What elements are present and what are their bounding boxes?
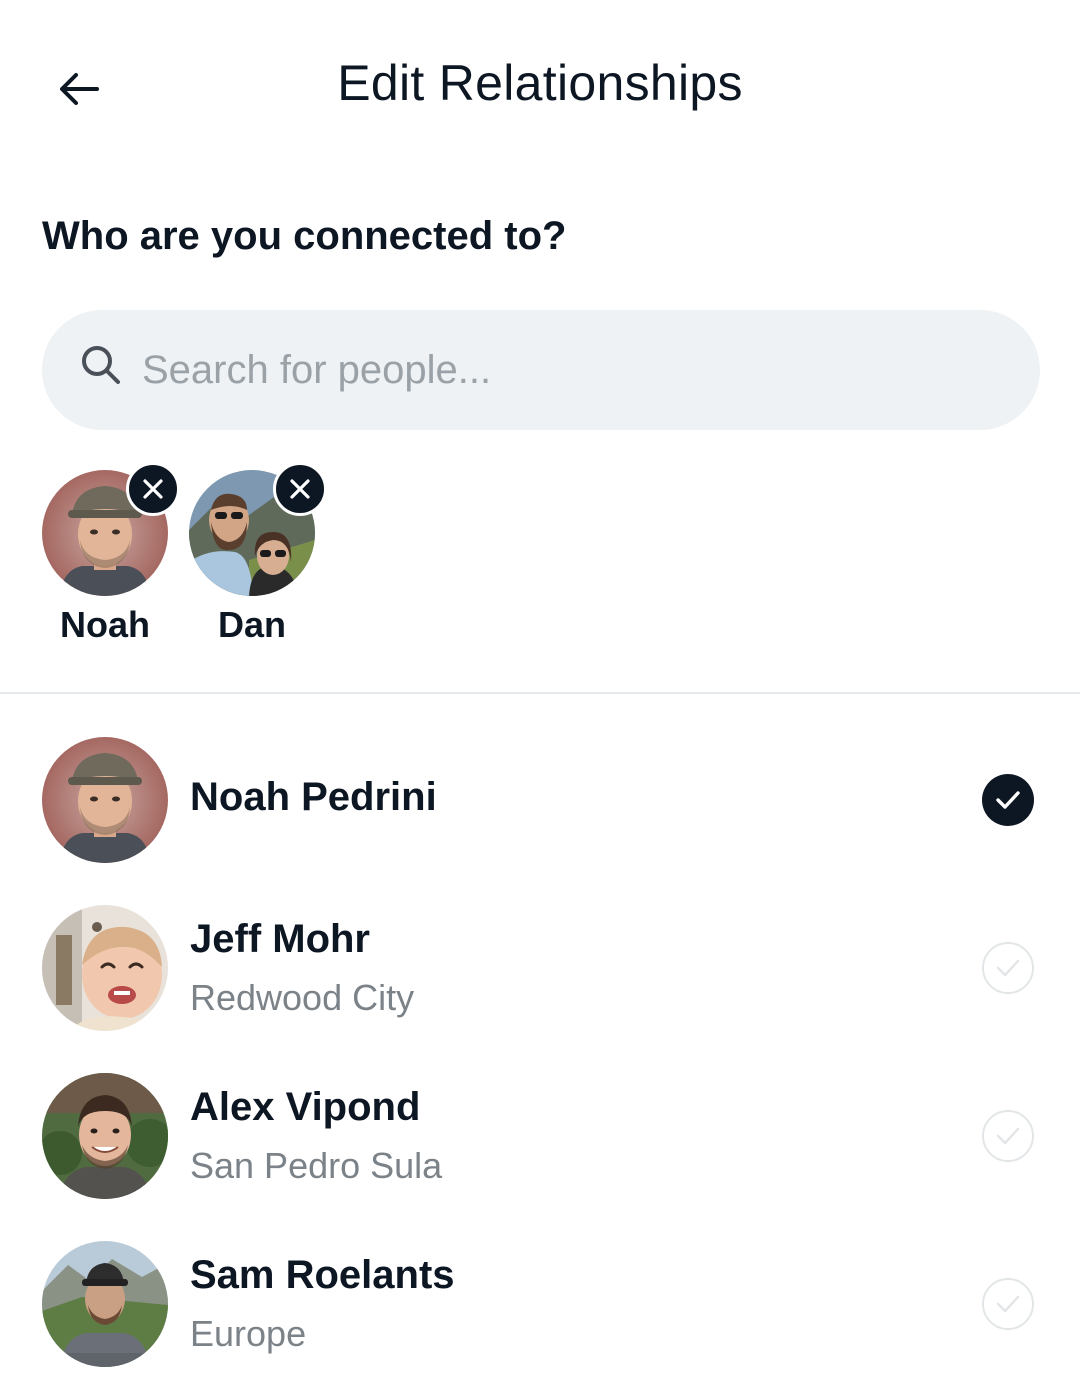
remove-chip-button[interactable] [273,462,327,516]
checkmark-icon [996,1127,1020,1145]
divider [0,692,1080,694]
person-location: Redwood City [190,977,415,1018]
avatar [42,1241,168,1367]
person-name: Alex Vipond [190,1085,421,1129]
search-icon [80,344,122,386]
avatar [42,737,168,863]
header: Edit Relationships [0,0,1080,172]
close-icon [290,479,310,499]
list-item[interactable]: Jeff Mohr Redwood City [0,893,1080,1043]
selected-checkbox[interactable] [982,774,1034,826]
chip-label: Dan [217,604,286,645]
person-name: Sam Roelants [190,1253,455,1297]
list-item[interactable]: Alex Vipond San Pedro Sula [0,1061,1080,1211]
unselected-checkbox[interactable] [982,1110,1034,1162]
page-title: Edit Relationships [337,55,743,111]
person-name: Noah Pedrini [190,775,437,819]
avatar [42,1073,168,1199]
close-icon [143,479,163,499]
person-name: Jeff Mohr [190,917,370,961]
checkmark-icon [996,791,1020,809]
connection-prompt: Who are you connected to? [42,214,567,258]
edit-relationships-screen: Edit Relationships Who are you connected… [0,0,1080,1386]
unselected-checkbox[interactable] [982,1278,1034,1330]
remove-chip-button[interactable] [126,462,180,516]
checkmark-icon [996,1295,1020,1313]
search-input[interactable] [142,340,1002,400]
checkmark-icon [996,959,1020,977]
chip-label: Noah [60,604,150,645]
list-item[interactable]: Noah Pedrini [0,725,1080,875]
person-location: Europe [190,1313,307,1354]
unselected-checkbox[interactable] [982,942,1034,994]
avatar [42,905,168,1031]
person-location: San Pedro Sula [190,1145,443,1186]
list-item[interactable]: Sam Roelants Europe [0,1229,1080,1379]
